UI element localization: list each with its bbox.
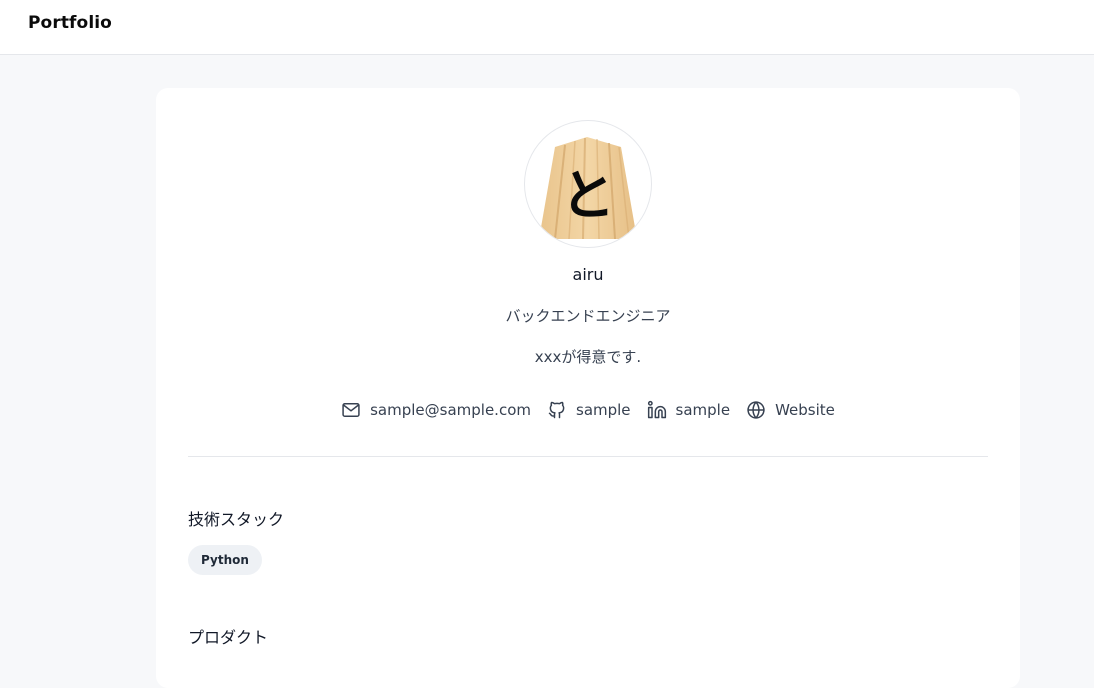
profile-name: airu [572,265,604,284]
github-label: sample [576,401,631,419]
profile-card: と airu バックエンドエンジニア xxxが得意です. sample@samp… [156,88,1020,688]
website-label: Website [775,401,835,419]
top-header: Portfolio [0,0,1094,55]
tech-stack-title: 技術スタック [188,510,285,529]
linkedin-link[interactable]: sample [647,400,731,420]
email-label: sample@sample.com [370,401,531,419]
email-link[interactable]: sample@sample.com [341,400,531,420]
products-title: プロダクト [188,628,269,647]
website-link[interactable]: Website [746,400,835,420]
linkedin-icon [647,400,666,419]
avatar: と [524,120,652,248]
tech-chip-python: Python [188,545,262,575]
avatar-glyph: と [561,164,615,227]
profile-bio: xxxが得意です. [534,348,642,366]
linkedin-label: sample [675,401,731,419]
section-divider [188,456,988,457]
contact-links: sample@sample.com sample sample Website [156,400,1020,420]
shogi-piece-icon: と [539,137,637,240]
profile-role: バックエンドエンジニア [505,307,671,325]
mail-icon [342,403,360,417]
github-link[interactable]: sample [547,400,631,420]
github-icon [548,401,565,419]
globe-icon [747,401,765,419]
brand-title[interactable]: Portfolio [28,13,112,33]
